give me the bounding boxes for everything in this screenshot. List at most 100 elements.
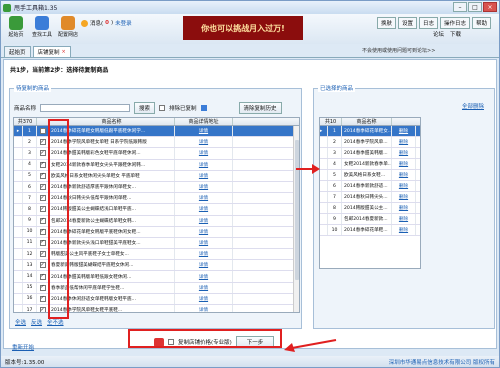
vertical-scrollbar[interactable]	[293, 126, 299, 312]
table-row[interactable]: ▸ 1 ✓ 2014春季碎花单鞋女韩版低跟平底鞋休闲学... 详情	[14, 126, 299, 138]
invert-selection-link[interactable]: 反选	[31, 318, 42, 326]
tab-close-icon[interactable]: ×	[62, 49, 66, 55]
detail-link[interactable]: 详情	[199, 128, 208, 134]
table-row[interactable]: 14 ✓ 2014春季甜美韩版单鞋低跟女鞋休闲... 详情	[14, 271, 299, 283]
settings-button[interactable]: 设置	[398, 17, 418, 29]
operation-log-button[interactable]: 操作日志	[440, 17, 471, 29]
selected-row[interactable]: 6 2014春季新款舒适... 删除	[320, 181, 420, 192]
row-checkbox-cell[interactable]: ✓	[37, 282, 49, 293]
selected-row[interactable]: 3 2014春季甜美韩版... 删除	[320, 148, 420, 159]
product-name-input[interactable]	[40, 104, 131, 112]
row-checkbox-cell[interactable]: ✓	[37, 226, 49, 237]
row-checkbox-cell[interactable]: ✓	[37, 181, 49, 193]
restart-link[interactable]: 重新开始	[12, 343, 34, 351]
selected-row[interactable]: ▸ 1 2014春季碎花单鞋女... 删除	[320, 126, 420, 137]
detail-link[interactable]: 详情	[199, 285, 208, 291]
row-checkbox[interactable]: ✓	[39, 195, 46, 202]
row-checkbox-cell[interactable]: ✓	[37, 159, 49, 170]
row-checkbox[interactable]: ✓	[39, 284, 46, 291]
row-checkbox[interactable]: ✓	[39, 273, 46, 280]
row-checkbox[interactable]: ✓	[39, 161, 46, 168]
row-checkbox-cell[interactable]: ✓	[37, 293, 49, 304]
detail-link[interactable]: 详情	[199, 173, 208, 179]
row-checkbox[interactable]: ✓	[39, 228, 46, 235]
login-status-link[interactable]: 未登录	[115, 19, 132, 27]
delete-link[interactable]: 删除	[399, 161, 408, 167]
row-checkbox[interactable]: ✓	[39, 217, 46, 224]
selected-row[interactable]: 10 2014春季碎花单鞋... 删除	[320, 225, 420, 236]
row-checkbox[interactable]: ✓	[39, 150, 46, 157]
promo-banner[interactable]: 你也可以挑战月入过万!	[183, 16, 303, 40]
table-row[interactable]: 2 ✓ 2014春季学院风单鞋女单鞋 日系学院低跟韩版 详情	[14, 137, 299, 149]
exclude-copied-checkbox[interactable]	[159, 105, 166, 111]
detail-link[interactable]: 详情	[199, 218, 208, 224]
next-step-button[interactable]: 下一步	[235, 336, 275, 348]
selected-row[interactable]: 5 欧美风格日系女鞋... 删除	[320, 170, 420, 181]
tab-shop-copy[interactable]: 店铺复制 ×	[32, 46, 71, 57]
row-checkbox-cell[interactable]: ✓	[37, 148, 49, 159]
table-row[interactable]: 7 ✓ 2014春秋日韩尖头低帮平跟休闲单鞋... 详情	[14, 193, 299, 205]
find-tools-button[interactable]: 查找工具	[31, 16, 53, 38]
selected-row[interactable]: 4 女鞋2014新款春季单... 删除	[320, 159, 420, 170]
table-row[interactable]: 6 ✓ 2014春季新款舒适厚底平跟休闲单鞋女... 详情	[14, 181, 299, 194]
row-checkbox[interactable]: ✓	[39, 139, 46, 146]
selected-row[interactable]: 8 2014韩版甜美公主... 删除	[320, 203, 420, 214]
table-row[interactable]: 17 ✓ 2014春季学院风单鞋女鞋平底鞋... 详情	[14, 305, 299, 312]
delete-link[interactable]: 删除	[399, 128, 408, 134]
detail-link[interactable]: 详情	[199, 162, 208, 168]
table-row[interactable]: 5 ✓ 欧美风格日系女鞋休闲尖头单鞋女 平底单鞋 详情	[14, 170, 299, 182]
row-checkbox-cell[interactable]: ✓	[37, 271, 49, 282]
detail-link[interactable]: 详情	[199, 262, 208, 268]
delete-link[interactable]: 删除	[399, 150, 408, 156]
select-none-link[interactable]: 全不选	[47, 318, 64, 326]
minimize-icon[interactable]: –	[453, 2, 467, 12]
table-row[interactable]: 8 ✓ 2014韩版甜美公主蝴蝶结浅口单鞋平底... 详情	[14, 204, 299, 216]
row-checkbox-cell[interactable]: ✓	[37, 137, 49, 148]
table-row[interactable]: 11 ✓ 2014春季新款尖头浅口单鞋甜美平底鞋女... 详情	[14, 237, 299, 250]
row-checkbox[interactable]: ✓	[39, 128, 46, 135]
table-row[interactable]: 3 ✓ 2014春季甜美韩版彩色女鞋平底单鞋休闲... 详情	[14, 148, 299, 160]
delete-link[interactable]: 删除	[399, 216, 408, 222]
table-row[interactable]: 12 ✓ 韩版甜美公主风平底鞋子女士单鞋女... 详情	[14, 249, 299, 261]
detail-link[interactable]: 详情	[199, 296, 208, 302]
detail-link[interactable]: 详情	[199, 240, 208, 246]
select-all-link[interactable]: 全选	[15, 318, 26, 326]
log-button[interactable]: 日志	[419, 17, 439, 29]
row-checkbox-cell[interactable]: ✓	[37, 193, 49, 204]
row-checkbox-cell[interactable]: ✓	[37, 126, 49, 137]
detail-link[interactable]: 详情	[199, 195, 208, 201]
close-icon[interactable]: ×	[483, 2, 497, 12]
row-checkbox[interactable]: ✓	[39, 239, 46, 246]
row-checkbox-cell[interactable]: ✓	[37, 305, 49, 312]
row-checkbox-cell[interactable]: ✓	[37, 215, 49, 226]
forum-link[interactable]: 论坛	[433, 30, 444, 38]
maximize-icon[interactable]: □	[468, 2, 482, 12]
table-row[interactable]: 4 ✓ 女鞋2014新款春季单鞋女尖头平跟鞋休闲韩... 详情	[14, 159, 299, 171]
row-checkbox[interactable]: ✓	[39, 295, 46, 302]
detail-link[interactable]: 详情	[199, 274, 208, 280]
row-checkbox-cell[interactable]: ✓	[37, 204, 49, 215]
detail-link[interactable]: 详情	[199, 150, 208, 156]
delete-link[interactable]: 删除	[399, 205, 408, 211]
delete-link[interactable]: 删除	[399, 227, 408, 233]
copy-price-checkbox[interactable]	[168, 339, 174, 345]
delete-link[interactable]: 删除	[399, 194, 408, 200]
messages-label[interactable]: 消息(	[90, 19, 103, 27]
scrollbar-thumb[interactable]	[295, 140, 299, 280]
row-checkbox[interactable]: ✓	[39, 184, 46, 191]
detail-link[interactable]: 详情	[199, 139, 208, 145]
detail-link[interactable]: 详情	[199, 229, 208, 235]
row-checkbox-cell[interactable]: ✓	[37, 170, 49, 181]
detail-link[interactable]: 详情	[199, 206, 208, 212]
row-checkbox[interactable]: ✓	[39, 262, 46, 269]
delete-link[interactable]: 删除	[399, 183, 408, 189]
row-checkbox-cell[interactable]: ✓	[37, 237, 49, 249]
shop-config-button[interactable]: 配置网店	[57, 16, 79, 38]
table-row[interactable]: 10 ✓ 2014春季碎花单鞋女韩版平底鞋休闲女鞋... 详情	[14, 226, 299, 238]
row-checkbox[interactable]: ✓	[39, 251, 46, 258]
delete-link[interactable]: 删除	[399, 172, 408, 178]
search-button[interactable]: 搜索	[134, 102, 156, 114]
selected-row[interactable]: 7 2014春秋日韩尖头... 删除	[320, 192, 420, 203]
row-checkbox-cell[interactable]: ✓	[37, 260, 49, 271]
row-checkbox-cell[interactable]: ✓	[37, 249, 49, 260]
